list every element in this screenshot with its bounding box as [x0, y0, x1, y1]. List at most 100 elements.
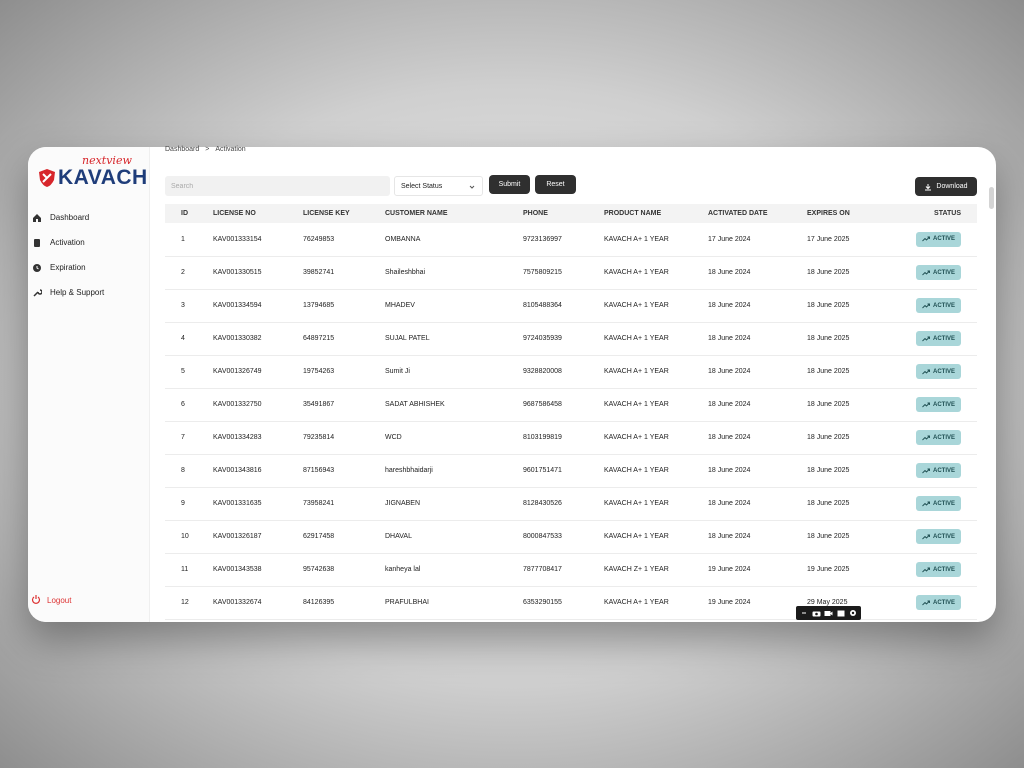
table-row[interactable]: 8 KAV001343816 87156943 hareshbhaidarji 9601…	[165, 454, 977, 487]
logout-button[interactable]: Logout	[31, 594, 71, 606]
status-badge[interactable]: ACTIVE	[915, 595, 961, 610]
header-product-name[interactable]: PRODUCT NAME	[604, 204, 708, 223]
table-row[interactable]: 6 KAV001332750 35491867 SADAT ABHISHEK 96875…	[165, 388, 977, 421]
status-badge-label: ACTIVE	[932, 566, 955, 573]
status-badge[interactable]: ACTIVE	[915, 496, 961, 511]
table-row[interactable]: 1 KAV001333154 76249853 OMBANNA 9723136997 KA…	[165, 223, 977, 256]
cell-expires-on: 18 June 2025	[807, 500, 850, 507]
minimize-icon[interactable]	[800, 609, 809, 617]
cell-phone: 9687586458	[523, 401, 562, 408]
sidebar-item-activation[interactable]: Activation	[28, 230, 150, 255]
status-badge[interactable]: ACTIVE	[915, 397, 961, 412]
search-input[interactable]	[165, 176, 390, 196]
cell-license-key: 73958241	[303, 500, 335, 507]
trending-up-icon	[922, 435, 930, 440]
status-badge-label: ACTIVE	[932, 500, 955, 507]
cell-product-name: KAVACH A+ 1 YEAR	[604, 500, 669, 507]
status-badge[interactable]: ACTIVE	[915, 331, 961, 346]
window-icon[interactable]	[836, 609, 845, 617]
status-badge[interactable]: ACTIVE	[915, 298, 961, 313]
sidebar: nextview KAVACH Dashboard Activation Exp…	[28, 147, 150, 622]
video-icon[interactable]	[824, 609, 833, 617]
breadcrumb-separator: >	[205, 146, 210, 153]
table-row[interactable]: 10 KAV001326187 62917458 DHAVAL 8000847533 KA…	[165, 520, 977, 553]
header-customer-name[interactable]: CUSTOMER NAME	[385, 204, 523, 223]
trending-up-icon	[922, 600, 930, 605]
cell-customer-name: WCD	[385, 434, 402, 441]
cell-product-name: KAVACH A+ 1 YEAR	[604, 368, 669, 375]
cell-license-key: 62917458	[303, 533, 335, 540]
reset-button[interactable]: Reset	[535, 175, 576, 194]
table-body: 1 KAV001333154 76249853 OMBANNA 9723136997 KA…	[165, 223, 977, 619]
cell-product-name: KAVACH A+ 1 YEAR	[604, 467, 669, 474]
status-badge-label: ACTIVE	[932, 533, 955, 540]
wrench-icon	[31, 287, 43, 299]
table-row[interactable]: 5 KAV001326749 19754263 Sumit Ji 9328820008 K…	[165, 355, 977, 388]
status-badge[interactable]: ACTIVE	[915, 231, 961, 247]
header-id[interactable]: ID	[165, 204, 213, 223]
breadcrumb-activation: Activation	[215, 146, 246, 153]
scrollbar[interactable]	[989, 187, 994, 209]
cell-license-no: KAV001330515	[213, 269, 262, 276]
cell-license-no: KAV001333154	[213, 235, 262, 243]
status-badge-label: ACTIVE	[932, 269, 955, 276]
status-badge[interactable]: ACTIVE	[915, 364, 961, 379]
cell-phone: 7575809215	[523, 269, 562, 276]
status-badge[interactable]: ACTIVE	[915, 463, 961, 478]
sidebar-item-expiration[interactable]: Expiration	[28, 255, 150, 280]
table-row[interactable]: 4 KAV001330382 64897215 SUJAL PATEL 97240359…	[165, 322, 977, 355]
cell-status: ACTIVE	[897, 520, 977, 553]
table-row[interactable]: 9 KAV001331635 73958241 JIGNABEN 8128430526 K…	[165, 487, 977, 520]
header-status[interactable]: STATUS	[897, 204, 977, 223]
cell-activated-date: 18 June 2024	[708, 368, 751, 375]
cell-customer-name: hareshbhaidarji	[385, 467, 433, 474]
cell-id: 5	[181, 368, 185, 375]
header-license-key[interactable]: LICENSE KEY	[303, 204, 385, 223]
header-activated-date[interactable]: ACTIVATED DATE	[708, 204, 807, 223]
cell-license-key: 64897215	[303, 335, 335, 342]
cell-id: 10	[181, 533, 189, 540]
table-row[interactable]: 2 KAV001330515 39852741 Shaileshbhai 7575809…	[165, 256, 977, 289]
gear-icon[interactable]	[848, 609, 857, 617]
header-expires-on[interactable]: EXPIRES ON	[807, 204, 897, 223]
status-badge[interactable]: ACTIVE	[915, 529, 961, 544]
cell-status: ACTIVE	[897, 388, 977, 421]
cell-license-key: 76249853	[303, 235, 335, 243]
cell-activated-date: 18 June 2024	[708, 335, 751, 342]
sidebar-item-label: Activation	[50, 238, 85, 247]
cell-customer-name: SADAT ABHISHEK	[385, 401, 445, 408]
camera-icon[interactable]	[812, 609, 821, 617]
header-phone[interactable]: PHONE	[523, 204, 604, 223]
status-select[interactable]: Select Status	[394, 176, 483, 196]
cell-product-name: KAVACH A+ 1 YEAR	[604, 269, 669, 276]
header-license-no[interactable]: LICENSE NO	[213, 204, 303, 223]
submit-button[interactable]: Submit	[489, 175, 530, 194]
cell-license-no: KAV001326749	[213, 368, 262, 375]
app-window: nextview KAVACH Dashboard Activation Exp…	[28, 147, 996, 622]
cell-license-key: 39852741	[303, 269, 335, 276]
table-row[interactable]: 7 KAV001334283 79235814 WCD 8103199819 KAVACH…	[165, 421, 977, 454]
cell-id: 2	[181, 269, 185, 276]
table-row[interactable]: 11 KAV001343538 95742638 kanheya lal 7877708…	[165, 553, 977, 586]
cell-license-no: KAV001343816	[213, 467, 262, 474]
cell-product-name: KAVACH Z+ 1 YEAR	[604, 566, 669, 573]
cell-customer-name: SUJAL PATEL	[385, 335, 430, 342]
cell-license-key: 13794685	[303, 302, 335, 309]
cell-status: ACTIVE	[897, 355, 977, 388]
breadcrumb-dashboard[interactable]: Dashboard	[165, 146, 199, 153]
status-badge[interactable]: ACTIVE	[915, 562, 961, 577]
download-button[interactable]: Download	[915, 177, 977, 196]
cell-license-no: KAV001331635	[213, 500, 262, 507]
cell-license-no: KAV001334594	[213, 302, 262, 309]
status-badge[interactable]: ACTIVE	[915, 265, 961, 280]
cell-phone: 8105488364	[523, 302, 562, 309]
table-row[interactable]: 3 KAV001334594 13794685 MHADEV 8105488364 KAV…	[165, 289, 977, 322]
filter-toolbar: Select Status Submit Reset Download	[165, 175, 977, 197]
cell-customer-name: DHAVAL	[385, 533, 412, 540]
sidebar-item-help-support[interactable]: Help & Support	[28, 280, 150, 305]
sidebar-item-dashboard[interactable]: Dashboard	[28, 205, 150, 230]
status-badge[interactable]: ACTIVE	[915, 430, 961, 445]
kavach-logo[interactable]: nextview KAVACH	[36, 152, 147, 192]
cell-license-no: KAV001332750	[213, 401, 262, 408]
cell-status: ACTIVE	[897, 322, 977, 355]
